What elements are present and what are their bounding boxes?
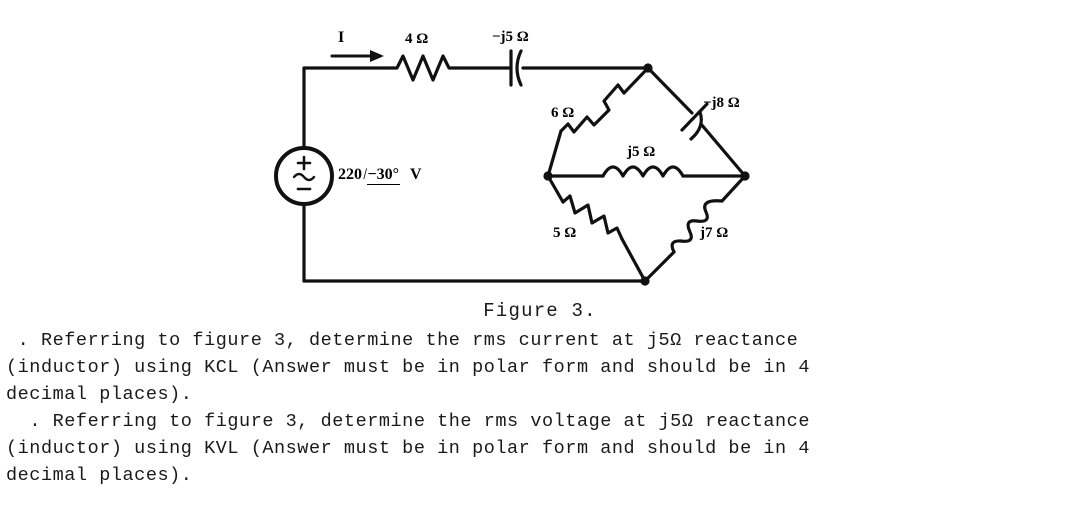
node-bottom xyxy=(640,276,650,286)
node-left xyxy=(543,171,553,181)
capacitor-j5-plate-right xyxy=(515,49,523,87)
label-current-I: I xyxy=(338,29,345,46)
question-item-2: . Referring to figure 3, determine the r… xyxy=(6,411,810,486)
figure-caption: Figure 3. xyxy=(483,300,597,322)
circuit-figure: I 4 Ω −j5 Ω 6 Ω −j8 Ω j5 Ω 5 Ω j7 Ω 220/… xyxy=(0,0,1080,300)
page-root: I 4 Ω −j5 Ω 6 Ω −j8 Ω j5 Ω 5 Ω j7 Ω 220/… xyxy=(0,0,1080,532)
source-magnitude: 220 xyxy=(338,166,362,183)
label-resistor-5ohm: 5 Ω xyxy=(553,225,577,241)
current-arrow-head xyxy=(370,50,384,62)
label-inductor-j7ohm: j7 Ω xyxy=(700,225,729,241)
node-right xyxy=(740,171,750,181)
source-angle: −30° xyxy=(367,166,400,185)
wire-diamond-lr-b xyxy=(643,250,676,283)
question-item-1: . Referring to figure 3, determine the r… xyxy=(6,330,810,405)
wire-diamond-ll-b xyxy=(620,237,647,283)
source-unit: V xyxy=(409,166,422,183)
wire-diamond-ul-a xyxy=(622,66,650,95)
wire-diamond-ur-a xyxy=(646,66,694,115)
label-capacitor-j8ohm: −j8 Ω xyxy=(703,95,740,111)
label-inductor-j5ohm: j5 Ω xyxy=(627,144,656,160)
wire-diamond-lr-a xyxy=(720,174,747,203)
label-capacitor-j5ohm: −j5 Ω xyxy=(492,29,529,45)
label-source-value: 220/−30° V xyxy=(338,167,422,185)
label-resistor-4ohm: 4 Ω xyxy=(405,31,429,47)
inductor-j5-symbol xyxy=(601,165,685,178)
wire-diamond-ul-b xyxy=(546,129,563,178)
node-top xyxy=(643,63,653,73)
resistor-4ohm-symbol xyxy=(388,54,458,82)
wire-diamond-ur-b xyxy=(699,122,747,178)
angle-slash-icon: / xyxy=(363,166,367,183)
label-resistor-6ohm: 6 Ω xyxy=(551,105,575,121)
circuit-schematic-svg xyxy=(274,49,750,286)
